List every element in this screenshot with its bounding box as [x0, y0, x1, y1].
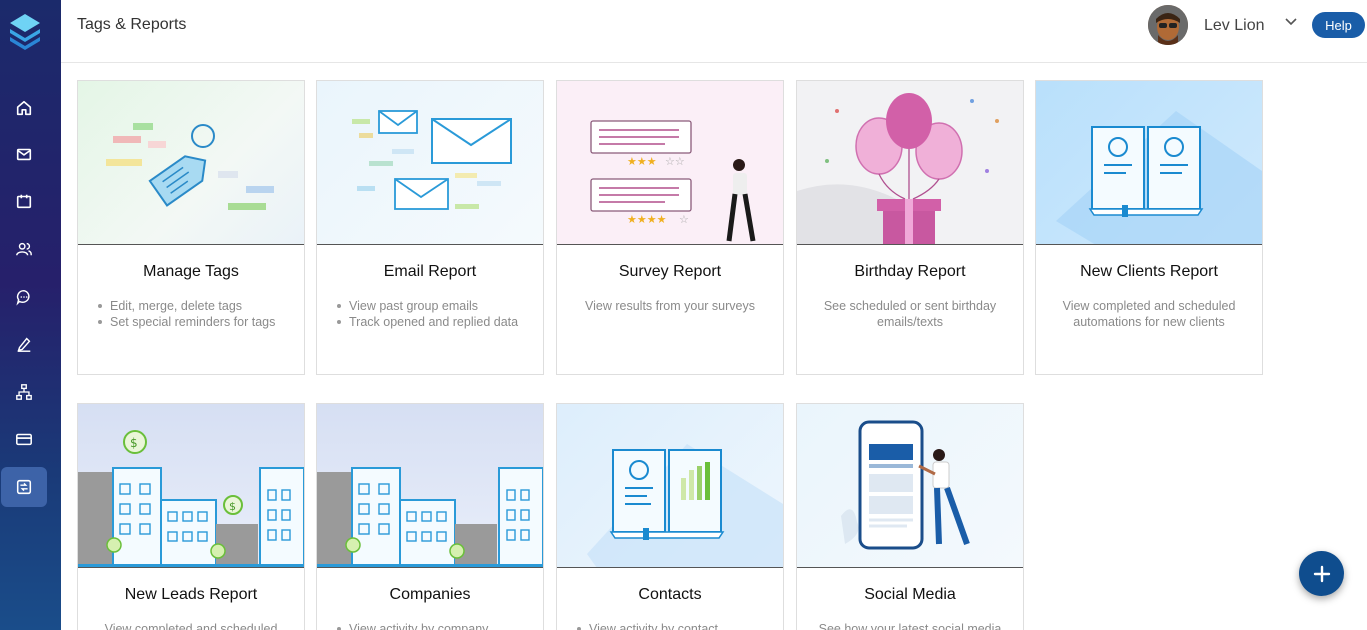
plus-icon: [1313, 565, 1330, 582]
card-survey-report[interactable]: ★★★ ☆☆ ★★★★ ☆ Survey Report View results…: [556, 80, 784, 375]
card-title: Companies: [389, 586, 471, 603]
sidebar-item-contacts[interactable]: [1, 229, 47, 269]
user-avatar-icon: [1148, 5, 1188, 45]
avatar[interactable]: [1148, 5, 1188, 45]
calendar-icon: [16, 194, 32, 209]
app-logo-icon[interactable]: [8, 12, 42, 52]
mail-icon: [16, 148, 32, 161]
survey-illustration-icon: ★★★ ☆☆ ★★★★ ☆: [590, 120, 756, 242]
card-title: Contacts: [638, 586, 702, 603]
card-description: View activity by company: [337, 621, 523, 630]
hierarchy-icon: [16, 384, 32, 400]
card-bullet: Edit, merge, delete tags: [98, 298, 284, 314]
card-new-leads-report[interactable]: $ $ New Leads Report View completed and …: [77, 403, 305, 630]
city-buildings-illustration-icon: $ $: [78, 430, 304, 567]
card-title: New Clients Report: [1080, 263, 1218, 280]
card-description: View activity by contact: [577, 621, 763, 630]
new-clients-report-illustration: [1036, 81, 1262, 245]
card-description: View results from your surveys: [585, 299, 755, 313]
card-description: View past group emails Track opened and …: [337, 298, 523, 330]
chat-icon: [16, 289, 30, 306]
card-title: New Leads Report: [124, 586, 258, 603]
card-description: View completed and scheduled: [104, 622, 278, 630]
svg-text:☆: ☆: [679, 213, 689, 226]
social-media-illustration: [797, 404, 1023, 568]
envelopes-illustration-icon: [352, 110, 512, 210]
card-bullet: View activity by company: [337, 621, 523, 630]
card-title: Survey Report: [618, 263, 722, 280]
sidebar-item-reports[interactable]: [1, 467, 47, 507]
contact-book-illustration-icon: [587, 444, 783, 567]
open-book-illustration-icon: [1056, 111, 1262, 244]
card-bullet: View past group emails: [337, 298, 523, 314]
sidebar: [0, 0, 61, 630]
new-leads-report-illustration: $ $: [78, 404, 304, 568]
sidebar-item-billing[interactable]: [1, 419, 47, 459]
card-title: Email Report: [383, 263, 477, 280]
svg-text:$: $: [130, 436, 138, 450]
sidebar-item-messages[interactable]: [1, 277, 47, 317]
card-bullet: Track opened and replied data: [337, 314, 523, 330]
card-description: View completed and scheduled automations…: [1062, 299, 1236, 329]
card-birthday-report[interactable]: Birthday Report See scheduled or sent bi…: [796, 80, 1024, 375]
card-description: See scheduled or sent birthday emails/te…: [823, 299, 997, 329]
top-header: Tags & Reports Lev Lion Help: [61, 0, 1367, 63]
companies-illustration: [317, 404, 543, 568]
card-icon: [16, 433, 32, 446]
email-report-illustration: [317, 81, 543, 245]
add-button[interactable]: [1299, 551, 1344, 596]
card-description: See how your latest social media: [818, 622, 1002, 630]
office-buildings-illustration-icon: [317, 467, 543, 567]
birthday-report-illustration: [797, 81, 1023, 245]
contacts-illustration: [557, 404, 783, 568]
reports-icon: [16, 479, 32, 495]
card-description: Edit, merge, delete tags Set special rem…: [98, 298, 284, 330]
card-title: Manage Tags: [143, 263, 239, 280]
sidebar-item-automations[interactable]: [1, 372, 47, 412]
card-social-media[interactable]: Social Media See how your latest social …: [796, 403, 1024, 630]
card-bullet: View activity by contact: [577, 621, 763, 630]
svg-text:★★★★: ★★★★: [627, 213, 667, 226]
sidebar-item-mail[interactable]: [1, 134, 47, 174]
user-name[interactable]: Lev Lion: [1204, 17, 1265, 35]
page-title: Tags & Reports: [77, 16, 187, 33]
sidebar-item-calendar[interactable]: [1, 181, 47, 221]
card-companies[interactable]: Companies View activity by company: [316, 403, 544, 630]
card-manage-tags[interactable]: Manage Tags Edit, merge, delete tags Set…: [77, 80, 305, 375]
svg-text:★★★: ★★★: [627, 155, 657, 168]
home-icon: [16, 100, 32, 116]
card-email-report[interactable]: Email Report View past group emails Trac…: [316, 80, 544, 375]
edit-icon: [17, 337, 31, 352]
manage-tags-illustration: [78, 81, 304, 245]
sidebar-item-home[interactable]: [1, 88, 47, 128]
survey-report-illustration: ★★★ ☆☆ ★★★★ ☆: [557, 81, 783, 245]
tag-illustration-icon: [106, 123, 274, 210]
sidebar-item-notes[interactable]: [1, 324, 47, 364]
users-icon: [16, 242, 32, 256]
svg-text:☆☆: ☆☆: [665, 155, 685, 168]
card-bullet: Set special reminders for tags: [98, 314, 284, 330]
balloons-illustration-icon: [797, 93, 999, 244]
card-title: Birthday Report: [854, 263, 966, 280]
card-contacts[interactable]: Contacts View activity by contact: [556, 403, 784, 630]
help-button[interactable]: Help: [1312, 12, 1365, 38]
card-title: Social Media: [864, 586, 956, 603]
card-new-clients-report[interactable]: New Clients Report View completed and sc…: [1035, 80, 1263, 375]
phone-illustration-icon: [841, 420, 970, 550]
chevron-down-icon[interactable]: [1284, 15, 1298, 29]
svg-text:$: $: [229, 500, 236, 513]
